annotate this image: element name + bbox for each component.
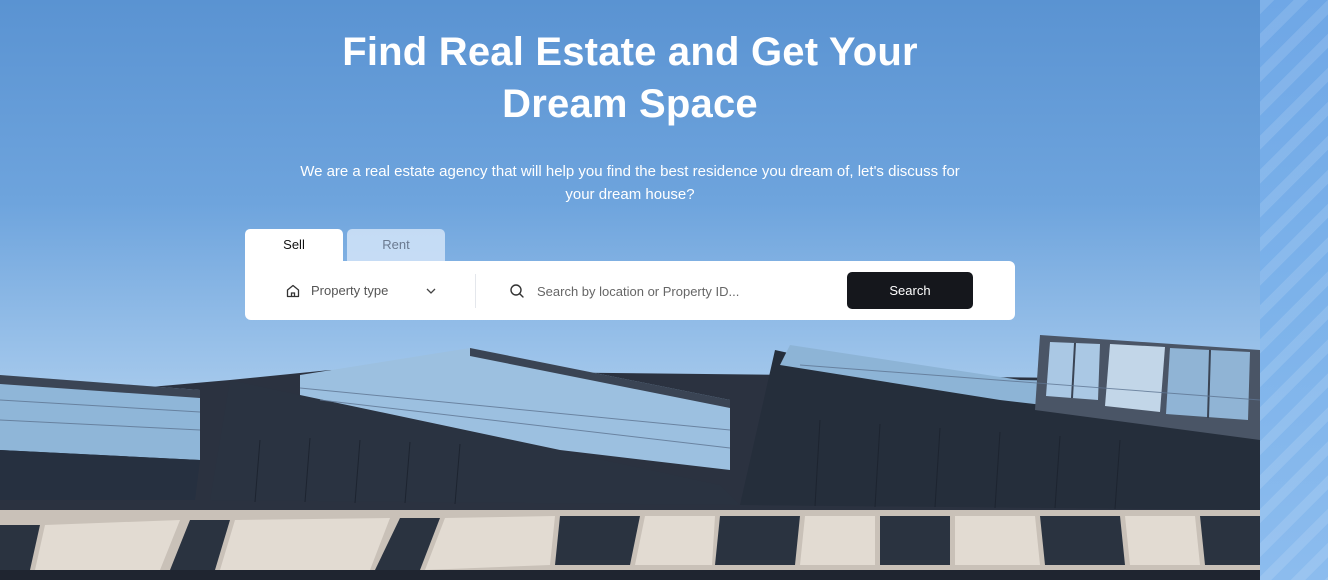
location-search-input[interactable]: [537, 278, 827, 304]
hero-subtext: We are a real estate agency that will he…: [300, 163, 960, 203]
search-divider: [475, 274, 476, 308]
home-icon: [286, 284, 300, 297]
search-bar: Property type Search: [245, 261, 1015, 320]
search-icon: [510, 284, 524, 298]
property-type-select[interactable]: Property type: [285, 261, 455, 320]
tab-rent[interactable]: Rent: [347, 229, 445, 261]
building-photo: [0, 335, 1260, 580]
side-decor-strip: [1260, 0, 1328, 580]
chevron-down-icon: [426, 288, 436, 294]
property-type-label: Property type: [311, 283, 389, 298]
search-button[interactable]: Search: [847, 272, 973, 309]
hero-headline: Find Real Estate and Get Your Dream Spac…: [342, 30, 918, 126]
hero-section: Find Real Estate and Get Your Dream Spac…: [0, 0, 1260, 580]
tab-sell[interactable]: Sell: [245, 229, 343, 261]
